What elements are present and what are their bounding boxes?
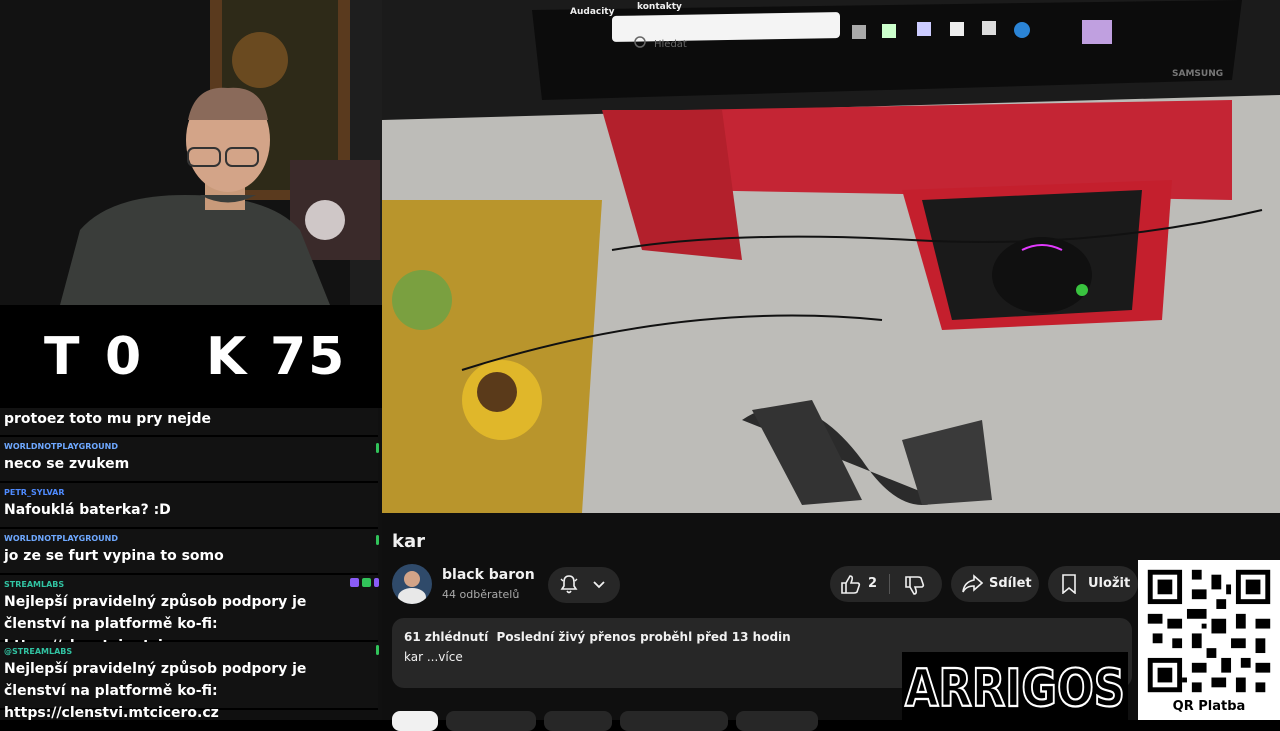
sub-badge-icon <box>374 578 379 587</box>
dislike-icon[interactable] <box>904 576 926 600</box>
description-text[interactable]: kar ...více <box>404 650 463 664</box>
score-k-value: 75 <box>270 327 347 387</box>
chat-message: protoez toto mu pry nejde <box>0 408 378 437</box>
channel-name[interactable]: black baron <box>442 567 535 583</box>
search-placeholder: Hledat <box>654 39 687 50</box>
arrigos-text: ARRIGOS <box>905 659 1125 719</box>
monitor-brand: SAMSUNG <box>1172 69 1223 79</box>
chat-username: WORLDNOTPLAYGROUND <box>4 442 119 451</box>
divider <box>889 574 890 594</box>
notification-bell-button[interactable] <box>548 567 620 603</box>
arrigos-logo: ARRIGOS <box>902 652 1128 720</box>
chip[interactable] <box>544 711 612 731</box>
chat-username: STREAMLABS <box>4 580 65 589</box>
qr-label: QR Platba <box>1172 699 1246 714</box>
chat-message-text: neco se zvukem <box>4 456 130 472</box>
chat-message: WORLDNOTPLAYGROUND neco se zvukem <box>0 437 379 483</box>
taskbar-label-kontakty: kontakty <box>637 2 682 12</box>
video-title: kar <box>392 531 425 552</box>
share-button[interactable]: Sdílet <box>951 566 1039 602</box>
subscriber-count: 44 odběratelů <box>442 588 520 601</box>
bell-icon <box>558 573 580 599</box>
webcam-feed <box>0 0 382 305</box>
status-badge <box>376 645 379 655</box>
avatar[interactable] <box>392 564 432 604</box>
score-t-value: 0 <box>105 327 144 387</box>
mod-badge-icon <box>350 578 359 587</box>
chip[interactable] <box>620 711 728 731</box>
chip[interactable] <box>392 711 438 731</box>
chat-message: WORLDNOTPLAYGROUND jo ze se furt vypina … <box>0 529 379 575</box>
chat-username: WORLDNOTPLAYGROUND <box>4 534 119 543</box>
chat-message-text: Nafouklá baterka? :D <box>4 502 171 518</box>
like-count: 2 <box>868 576 878 591</box>
chat-message: @STREAMLABS Nejlepší pravidelný způsob p… <box>0 642 379 720</box>
chat-message-text: jo ze se furt vypina to somo <box>4 548 224 564</box>
chat-message: PETR_SYLVAR Nafouklá baterka? :D <box>0 483 378 529</box>
score-panel: T 0 K 75 <box>0 305 382 408</box>
chat-message-text: protoez toto mu pry nejde <box>4 411 211 427</box>
video-frame: Hledat Audacity kontakty SAMSUNG <box>382 0 1280 513</box>
chat-message-text: Nejlepší pravidelný způsob podpory je čl… <box>4 661 307 720</box>
share-label: Sdílet <box>989 576 1032 591</box>
status-badge <box>376 443 379 453</box>
score-t-label: T <box>44 327 82 387</box>
qr-code-icon <box>1138 560 1280 702</box>
like-dislike-group: 2 <box>830 566 942 602</box>
chat-panel: protoez toto mu pry nejde WORLDNOTPLAYGR… <box>0 408 382 720</box>
chip[interactable] <box>446 711 536 731</box>
chat-message: STREAMLABS Nejlepší pravidelný způsob po… <box>0 575 379 654</box>
chevron-down-icon <box>592 576 606 596</box>
verified-badge-icon <box>362 578 371 587</box>
like-icon[interactable] <box>840 574 862 598</box>
save-button[interactable]: Uložit <box>1048 566 1138 602</box>
description-stats: 61 zhlédnutí Poslední živý přenos proběh… <box>404 630 791 644</box>
bookmark-icon <box>1060 574 1078 598</box>
qr-payment: QR Platba <box>1138 560 1280 720</box>
chat-username: PETR_SYLVAR <box>4 488 65 497</box>
save-label: Uložit <box>1088 576 1131 591</box>
webcam-image <box>0 0 382 305</box>
status-badge <box>376 535 379 545</box>
video-player[interactable]: Hledat Audacity kontakty SAMSUNG <box>382 0 1280 513</box>
taskbar-label-audacity: Audacity <box>570 7 615 17</box>
chip[interactable] <box>736 711 818 731</box>
share-icon <box>961 574 984 598</box>
score-k-label: K <box>206 327 249 387</box>
chat-username: @STREAMLABS <box>4 647 73 656</box>
